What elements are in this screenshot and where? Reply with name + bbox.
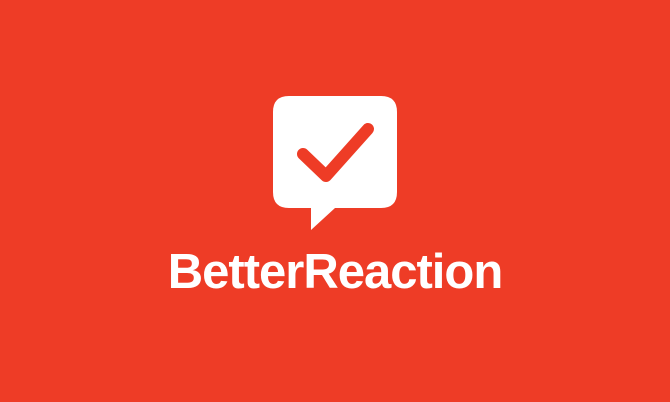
speech-bubble-checkmark-icon <box>273 96 397 230</box>
brand-name: BetterReaction <box>167 245 504 299</box>
logo: BetterReaction <box>0 0 670 402</box>
